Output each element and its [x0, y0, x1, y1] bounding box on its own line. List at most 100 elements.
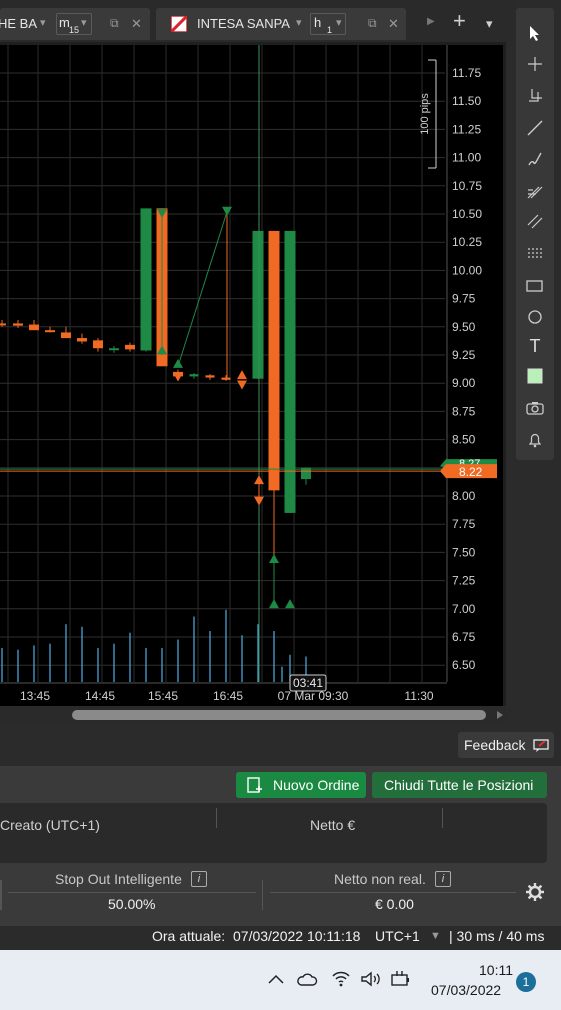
timezone-select[interactable]: UTC+1 — [375, 928, 420, 944]
new-order-label: Nuovo Ordine — [273, 777, 360, 793]
info-icon[interactable]: i — [191, 871, 207, 887]
candle-body — [93, 340, 103, 349]
column-header-net[interactable]: Netto € — [310, 817, 355, 833]
tab-title: INTESA SANPA — [197, 16, 290, 31]
drawing-toolbar: T — [516, 8, 554, 460]
tab-bar: HE BA ▾ m 15 ▾ ⧉ ✕ INTESA SANPA ▾ h 1 ▾ … — [0, 0, 515, 42]
current-time-label: Ora attuale: — [152, 928, 226, 944]
wifi-icon[interactable] — [331, 969, 351, 987]
x-tick-label: 16:45 — [213, 689, 243, 703]
x-tick-label: 11:30 — [404, 689, 433, 703]
rectangle-icon[interactable] — [520, 273, 550, 299]
channel-icon[interactable] — [520, 208, 550, 234]
feedback-label: Feedback — [464, 737, 526, 753]
chevron-down-icon[interactable]: ▾ — [40, 16, 46, 29]
info-icon[interactable]: i — [435, 871, 451, 887]
unrealized-net-value: € 0.00 — [375, 896, 414, 912]
new-order-button[interactable]: Nuovo Ordine — [236, 772, 366, 798]
column-header-created[interactable]: Creato (UTC+1) — [0, 817, 100, 833]
column-divider[interactable] — [442, 808, 443, 828]
new-order-icon — [247, 777, 262, 793]
x-tick-label: 14:45 — [85, 689, 115, 703]
timeframe-sub: 15 — [69, 25, 80, 35]
current-price-label: 8.22 — [459, 465, 483, 479]
current-time-value: 07/03/2022 10:11:18 — [233, 928, 361, 944]
y-tick-label: 6.75 — [452, 630, 476, 644]
y-tick-label: 8.50 — [452, 433, 476, 447]
chart-scrollbar-thumb[interactable] — [72, 710, 486, 720]
taskbar-date[interactable]: 07/03/2022 — [431, 982, 501, 998]
candle-body — [189, 374, 199, 377]
fibonacci-icon[interactable] — [520, 178, 550, 204]
y-tick-label: 7.00 — [452, 602, 476, 616]
candle-body — [252, 230, 264, 379]
ellipse-icon[interactable] — [520, 304, 550, 330]
y-tick-label: 7.75 — [452, 517, 476, 531]
text-icon[interactable]: T — [520, 333, 550, 359]
candle-body — [284, 230, 296, 513]
chart-panel[interactable]: 11.75 11.50 11.25 11.00 10.75 10.50 10.25 10.00… — [0, 42, 506, 726]
candle-body — [125, 344, 135, 350]
tab-workspace-1[interactable]: HE BA ▾ m 15 ▾ ⧉ ✕ — [0, 8, 150, 40]
candle-body — [45, 330, 55, 333]
pips-label: 100 pips — [419, 93, 431, 135]
y-tick-label: 8.75 — [452, 404, 476, 418]
candle-body — [109, 348, 119, 351]
close-icon[interactable]: ✕ — [131, 16, 142, 32]
os-taskbar: 10:11 07/03/2022 1 — [0, 950, 561, 1010]
taskbar-clock[interactable]: 10:11 — [479, 962, 513, 978]
timeframe-label: h — [314, 15, 322, 30]
chevron-down-icon[interactable]: ▾ — [336, 16, 342, 29]
candle-body — [140, 208, 152, 351]
add-tab-icon[interactable]: + — [453, 8, 466, 34]
candle-body — [29, 324, 39, 331]
camera-icon[interactable] — [520, 395, 550, 421]
color-swatch-icon[interactable] — [520, 363, 550, 389]
y-tick-label: 9.00 — [452, 376, 476, 390]
close-icon[interactable]: ✕ — [388, 16, 399, 32]
status-bar: Ora attuale: 07/03/2022 10:11:18 UTC+1 ▼… — [0, 926, 561, 948]
price-chart[interactable]: 11.75 11.50 11.25 11.00 10.75 10.50 10.25 10.00… — [0, 42, 506, 726]
measure-icon[interactable] — [520, 83, 550, 109]
summary-divider — [262, 880, 263, 910]
y-tick-label: 8.00 — [452, 489, 476, 503]
settings-gear-icon[interactable] — [525, 882, 545, 902]
bell-icon[interactable] — [520, 427, 550, 453]
latency-value: | 30 ms / 40 ms — [449, 928, 545, 944]
levels-icon[interactable] — [520, 241, 550, 267]
column-divider[interactable] — [216, 808, 217, 828]
feedback-button[interactable]: Feedback — [458, 732, 554, 758]
onedrive-cloud-icon[interactable] — [296, 971, 318, 987]
cursor-icon[interactable] — [520, 20, 550, 46]
volume-icon[interactable] — [360, 970, 382, 988]
tab-workspace-2[interactable]: INTESA SANPA ▾ h 1 ▾ ⧉ ✕ — [156, 8, 406, 40]
chevron-down-icon[interactable]: ▾ — [296, 16, 302, 29]
y-tick-label: 9.25 — [452, 348, 476, 362]
chevron-down-icon[interactable]: ▾ — [81, 16, 87, 29]
notification-badge[interactable]: 1 — [516, 972, 536, 992]
y-tick-label: 11.25 — [452, 122, 481, 136]
y-tick-label: 6.50 — [452, 658, 476, 672]
y-tick-label: 7.25 — [452, 574, 476, 588]
unrealized-net-label: Netto non real. — [334, 871, 426, 887]
candle-body — [13, 323, 23, 326]
trendline-icon[interactable] — [520, 115, 550, 141]
crosshair-icon[interactable] — [520, 51, 550, 77]
close-all-positions-button[interactable]: Chiudi Tutte le Posizioni — [372, 772, 547, 798]
play-icon[interactable]: ▶ — [427, 16, 435, 27]
candle-body — [221, 377, 231, 380]
battery-charging-icon[interactable] — [390, 970, 412, 988]
summary-divider — [8, 892, 256, 893]
popout-icon[interactable]: ⧉ — [110, 16, 119, 31]
y-tick-label: 9.75 — [452, 292, 476, 306]
candle-body — [205, 375, 215, 378]
popout-icon[interactable]: ⧉ — [368, 16, 377, 31]
summary-divider — [0, 880, 2, 910]
timeframe-sub: 1 — [327, 25, 333, 35]
brush-icon[interactable] — [520, 146, 550, 172]
tab-menu-icon[interactable]: ▾ — [486, 16, 493, 32]
stop-out-label: Stop Out Intelligente — [55, 871, 182, 887]
chevron-up-icon[interactable] — [267, 972, 285, 986]
y-tick-label: 10.50 — [452, 207, 482, 221]
chevron-down-icon[interactable]: ▼ — [430, 930, 441, 942]
